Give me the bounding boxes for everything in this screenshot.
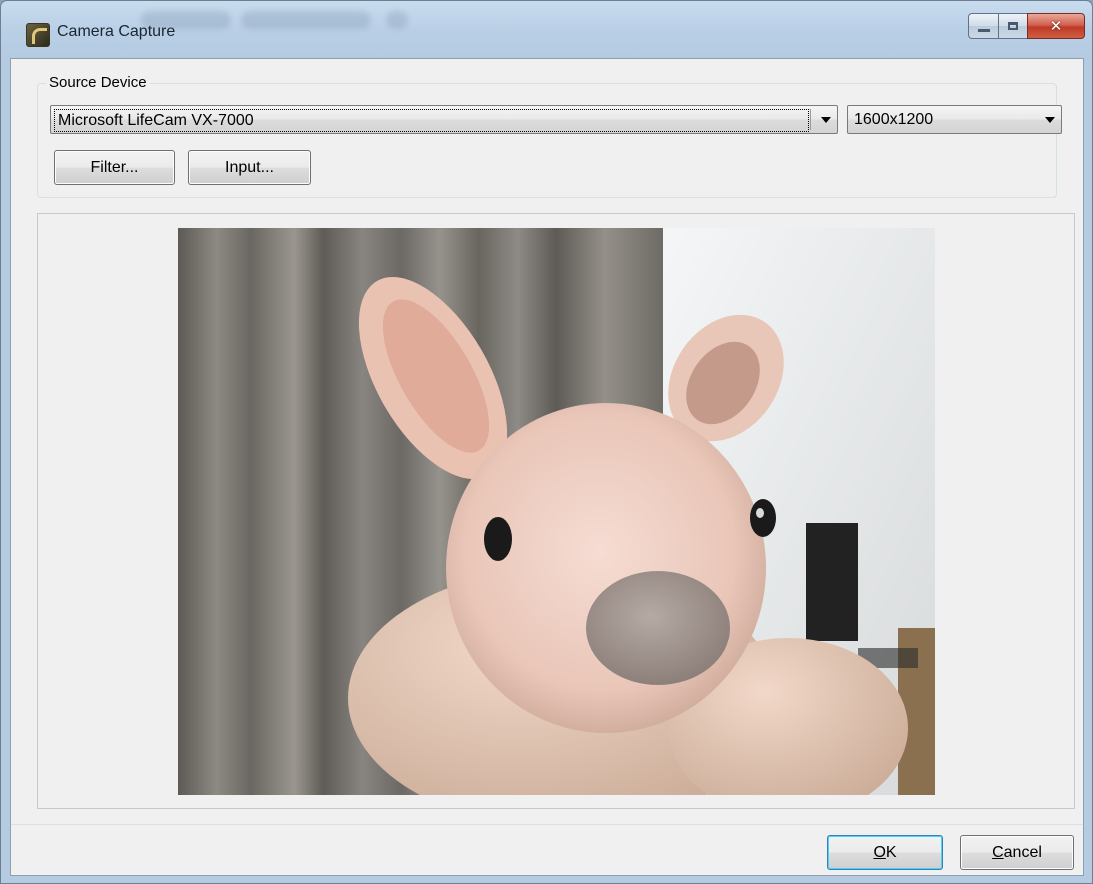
preview-panel (37, 213, 1075, 809)
window-title: Camera Capture (57, 23, 176, 40)
camera-app-icon[interactable] (26, 23, 50, 47)
cancel-button[interactable]: Cancel (960, 835, 1074, 870)
source-device-label: Source Device (46, 74, 150, 91)
device-select[interactable]: Microsoft LifeCam VX-7000 (50, 105, 838, 134)
maximize-button[interactable] (998, 13, 1027, 39)
ok-label-rest: K (885, 843, 897, 861)
chevron-down-icon (1045, 117, 1055, 123)
resolution-select[interactable]: 1600x1200 (847, 105, 1062, 134)
dialog-client-area: Source Device Microsoft LifeCam VX-7000 … (10, 58, 1084, 876)
cancel-mnemonic: C (992, 843, 1004, 861)
background-blur (241, 11, 371, 29)
camera-capture-window: Camera Capture ✕ Source Device Microsoft… (0, 0, 1093, 884)
background-blur (386, 11, 408, 29)
minimize-button[interactable] (968, 13, 998, 39)
ok-button[interactable]: OK (827, 835, 943, 870)
filter-button-label: Filter... (90, 158, 139, 176)
device-select-value: Microsoft LifeCam VX-7000 (54, 109, 809, 132)
input-button[interactable]: Input... (188, 150, 311, 185)
resolution-select-value: 1600x1200 (854, 111, 934, 128)
minimize-icon (977, 28, 990, 32)
maximize-icon (1008, 22, 1018, 30)
device-select-divider (810, 109, 811, 130)
camera-preview (178, 228, 935, 795)
cancel-label-rest: ancel (1003, 843, 1042, 861)
close-button[interactable]: ✕ (1027, 13, 1085, 39)
filter-button[interactable]: Filter... (54, 150, 175, 185)
chevron-down-icon (821, 117, 831, 123)
ok-mnemonic: O (873, 843, 886, 861)
close-icon: ✕ (1049, 17, 1063, 35)
footer-separator (11, 824, 1083, 825)
title-bar[interactable]: Camera Capture ✕ (1, 1, 1092, 55)
caption-buttons: ✕ (968, 13, 1085, 39)
camera-preview-image (178, 228, 935, 795)
input-button-label: Input... (225, 158, 274, 176)
